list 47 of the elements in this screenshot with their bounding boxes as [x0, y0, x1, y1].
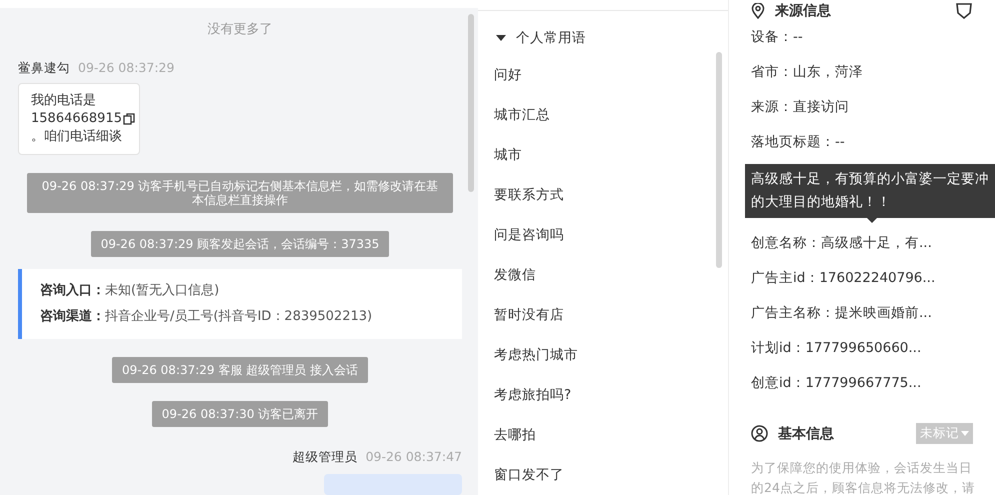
notice-text: 为了保障您的使用体验，会话发生当日的24点之后，顾客信息将无法修改，请	[751, 459, 976, 495]
phrase-item[interactable]: 问好	[478, 55, 728, 95]
section-title: 来源信息	[775, 2, 831, 20]
phrase-item[interactable]: 城市	[478, 135, 728, 175]
source-row-text: 计划id：177799650660...	[751, 339, 922, 358]
tooltip-pointer-icon	[867, 218, 877, 223]
phrase-item[interactable]: 暂时没有店	[478, 295, 728, 335]
phrase-item[interactable]: 问是咨询吗	[478, 215, 728, 255]
message-bubble: 我的电话是 15864668915 。咱们电话细谈	[18, 83, 140, 155]
system-message: 09-26 08:37:29 顾客发起会话，会话编号：37335	[90, 231, 390, 257]
info-label: 咨询渠道：	[40, 309, 105, 324]
source-row-text: 创意名称：高级感十足，有...	[751, 234, 933, 253]
group-label: 个人常用语	[516, 29, 586, 47]
sender-name: 鲎鼻逮勾	[18, 60, 70, 77]
copy-icon[interactable]	[122, 113, 135, 125]
message-time: 09-26 08:37:29	[78, 60, 174, 77]
shield-icon[interactable]	[955, 3, 973, 19]
caret-icon	[961, 431, 969, 436]
location-pin-icon	[751, 3, 765, 19]
message-time: 09-26 08:37:47	[366, 449, 462, 466]
info-value: 未知(暂无入口信息)	[105, 283, 220, 298]
phrase-item[interactable]: 考虑热门城市	[478, 335, 728, 375]
phrase-item[interactable]: 考虑旅拍吗?	[478, 375, 728, 415]
system-message: 09-26 08:37:30 访客已离开	[152, 401, 328, 427]
phrase-item[interactable]: 去哪拍	[478, 415, 728, 455]
no-more-text: 没有更多了	[206, 21, 274, 38]
scrollbar[interactable]	[468, 14, 474, 192]
source-row-text: 广告主id：176022240796...	[751, 269, 936, 288]
phrase-item[interactable]: 窗口发不了	[478, 455, 728, 495]
source-row-text: 来源：直接访问	[751, 98, 850, 117]
source-row-text: 设备：--	[751, 28, 804, 47]
scrollbar[interactable]	[716, 52, 722, 268]
phrase-item[interactable]: 要联系方式	[478, 175, 728, 215]
info-value: 抖音企业号/员工号(抖音号ID：2839502213)	[105, 309, 372, 324]
section-title: 基本信息	[778, 424, 834, 442]
phrase-item[interactable]: 发微信	[478, 255, 728, 295]
system-message: 09-26 08:37:29 访客手机号已自动标记右侧基本信息栏，如需修改请在基本信息栏直接操作	[27, 173, 453, 213]
source-row-text: 广告主名称：提米映画婚前...	[751, 304, 933, 323]
phrase-item[interactable]: 城市汇总	[478, 95, 728, 135]
user-icon	[751, 425, 768, 442]
phrase-group[interactable]: 个人常用语	[478, 11, 728, 55]
source-row-text: 落地页标题：--	[751, 133, 846, 152]
sender-name: 超级管理员	[292, 449, 358, 466]
source-row-text: 创意id：177799667775...	[751, 374, 922, 393]
source-row-text: 省市：山东，菏泽	[751, 63, 864, 82]
system-message: 09-26 08:37:29 客服 超级管理员 接入会话	[112, 357, 368, 383]
info-label: 咨询入口：	[40, 283, 105, 298]
